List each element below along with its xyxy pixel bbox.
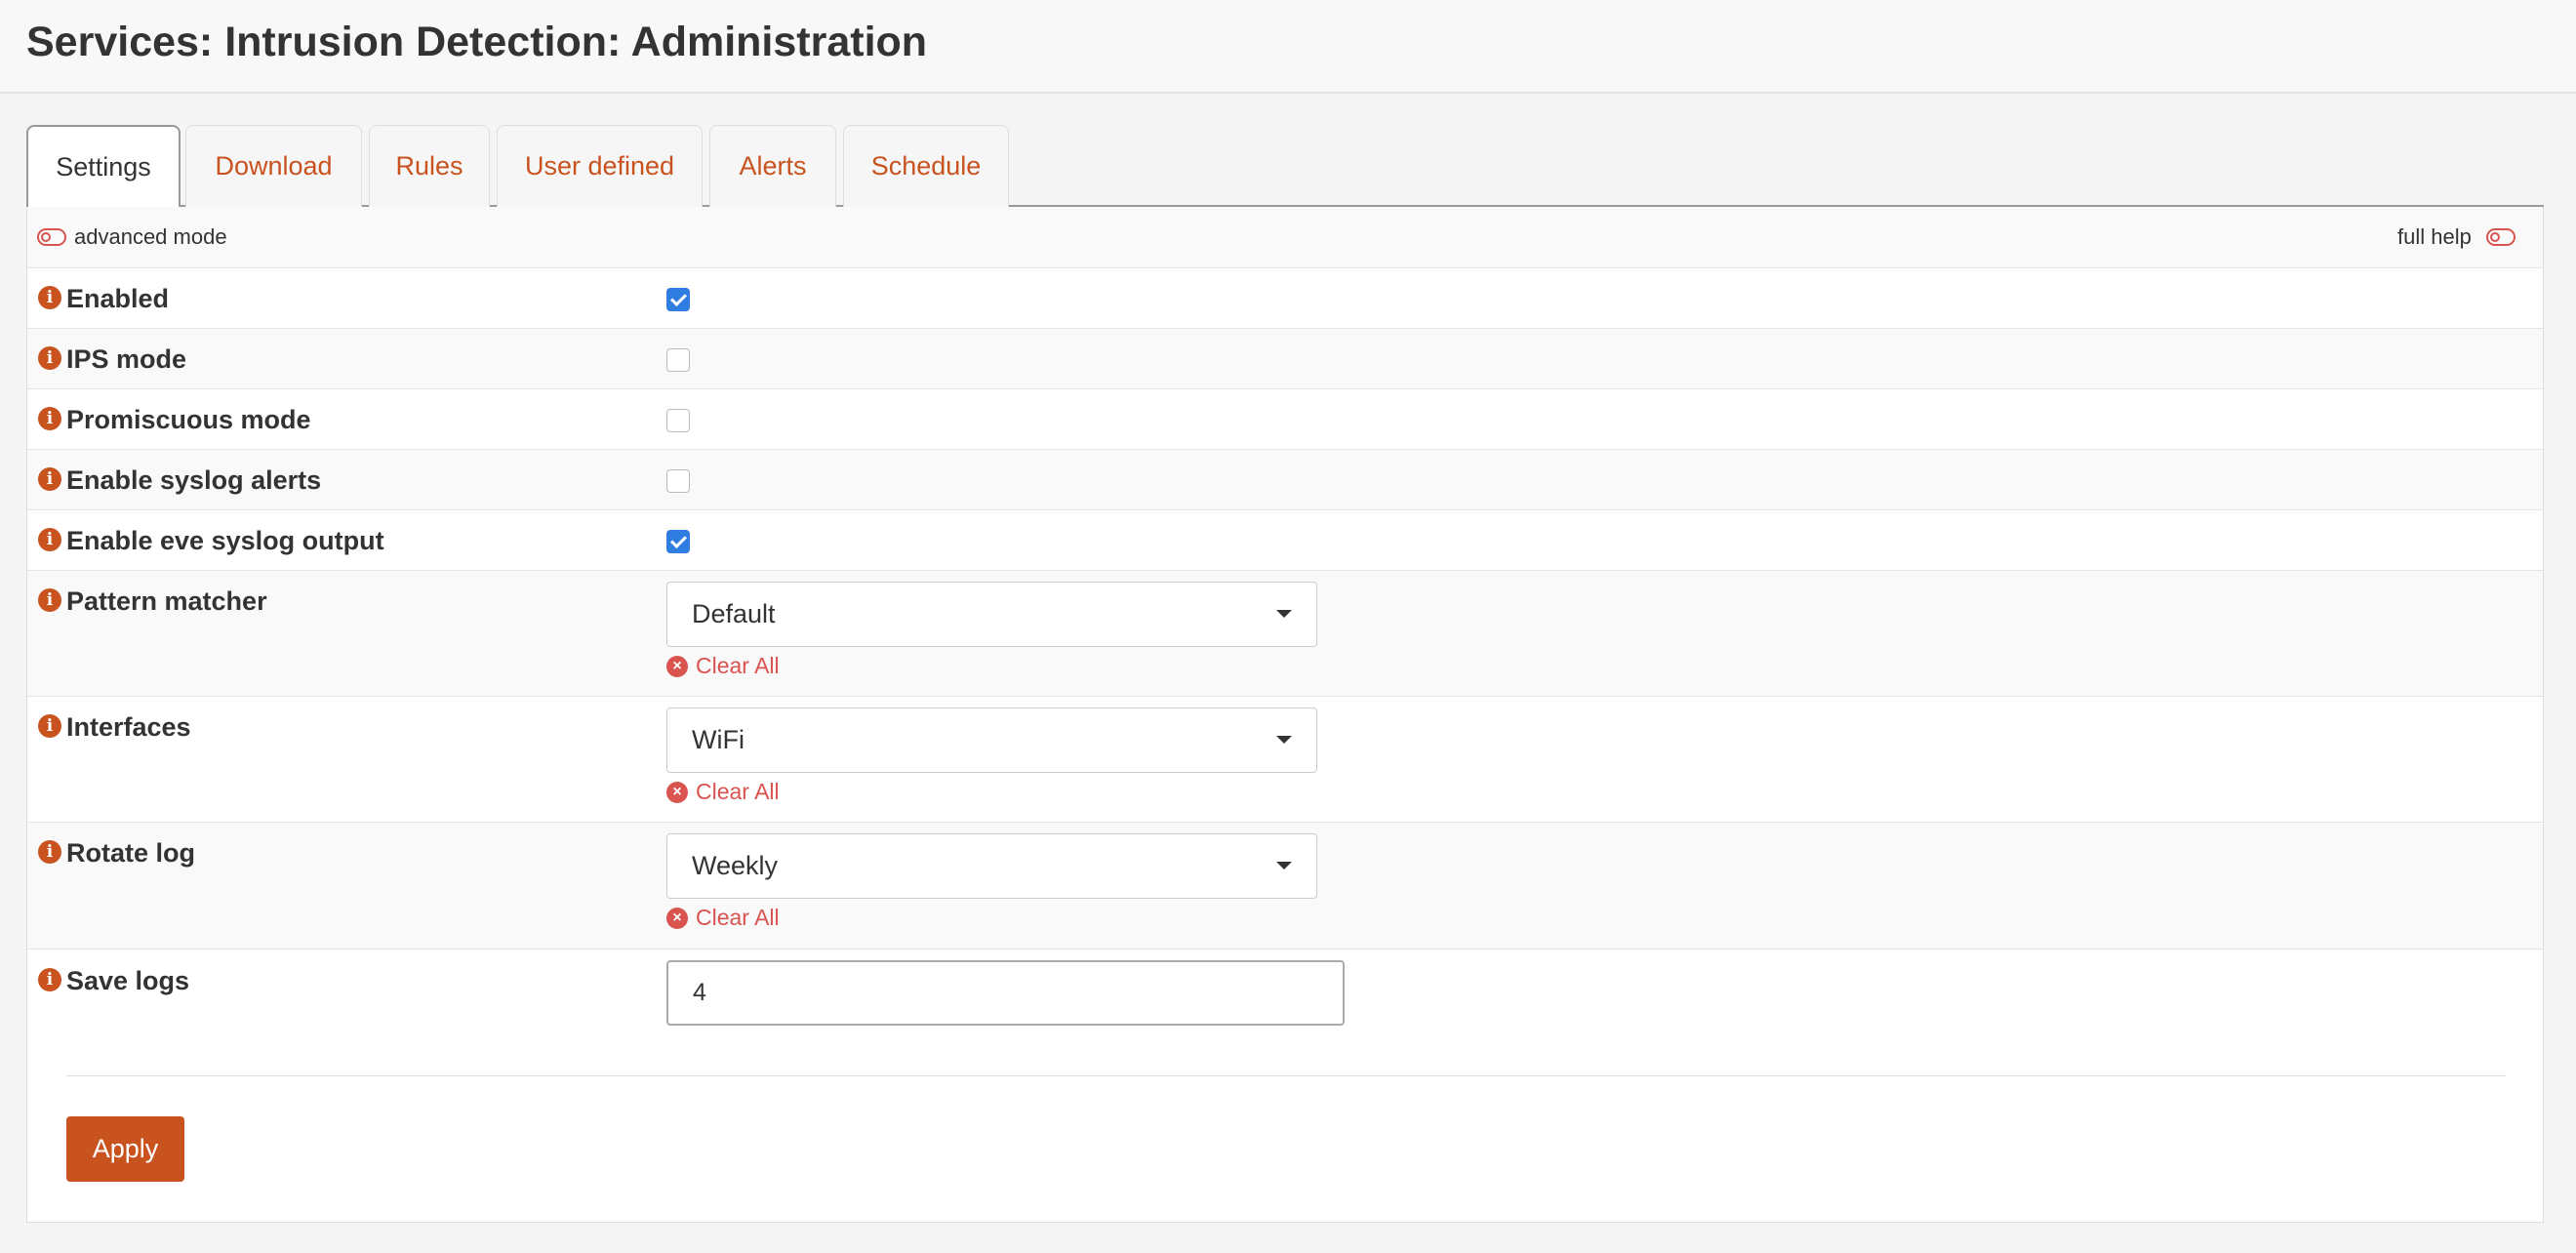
clear-icon: × [666,655,688,677]
ips-mode-label: IPS mode [66,344,187,374]
clear-all-label: Clear All [696,779,780,804]
pattern-matcher-clear-all[interactable]: × Clear All [666,653,780,679]
setting-row-enabled: i Enabled [27,268,2543,329]
tab-user-defined[interactable]: User defined [497,125,703,207]
full-help-toggle-icon[interactable] [2486,228,2516,246]
eve-syslog-label: Enable eve syslog output [66,526,384,555]
info-icon[interactable]: i [38,840,61,864]
eve-syslog-checkbox[interactable] [666,530,690,553]
setting-row-rotate-log: i Rotate log Weekly × Clear All [27,823,2543,950]
rotate-log-value: Weekly [692,851,779,880]
interfaces-select[interactable]: WiFi [666,707,1317,773]
divider [66,1075,2506,1076]
clear-all-label: Clear All [696,905,780,930]
pattern-matcher-label: Pattern matcher [66,586,267,616]
chevron-down-icon [1276,610,1292,618]
interfaces-clear-all[interactable]: × Clear All [666,779,780,805]
setting-row-pattern-matcher: i Pattern matcher Default × Clear All [27,571,2543,697]
pattern-matcher-value: Default [692,599,776,628]
tab-schedule[interactable]: Schedule [843,125,1009,207]
enabled-checkbox[interactable] [666,288,690,311]
chevron-down-icon [1276,736,1292,744]
interfaces-label: Interfaces [66,712,191,742]
clear-icon: × [666,781,688,803]
clear-all-label: Clear All [696,653,780,678]
clear-icon: × [666,907,688,929]
tab-settings[interactable]: Settings [26,125,181,209]
setting-row-ips-mode: i IPS mode [27,329,2543,389]
promiscuous-mode-label: Promiscuous mode [66,405,311,434]
setting-row-syslog-alerts: i Enable syslog alerts [27,450,2543,510]
advanced-mode-label: advanced mode [74,224,227,249]
advanced-mode-toggle-icon[interactable] [37,228,66,246]
interfaces-value: WiFi [692,725,745,754]
pattern-matcher-select[interactable]: Default [666,582,1317,647]
setting-row-eve-syslog: i Enable eve syslog output [27,510,2543,571]
page-title: Services: Intrusion Detection: Administr… [26,19,928,65]
save-logs-input[interactable] [666,960,1345,1026]
ips-mode-checkbox[interactable] [666,348,690,372]
enabled-label: Enabled [66,284,170,313]
rotate-log-label: Rotate log [66,838,195,868]
info-icon[interactable]: i [38,407,61,430]
tab-download[interactable]: Download [185,125,362,207]
syslog-alerts-checkbox[interactable] [666,469,690,493]
rotate-log-clear-all[interactable]: × Clear All [666,905,780,931]
promiscuous-mode-checkbox[interactable] [666,409,690,432]
tab-alerts[interactable]: Alerts [709,125,836,207]
info-icon[interactable]: i [38,467,61,491]
info-icon[interactable]: i [38,968,61,991]
info-icon[interactable]: i [38,588,61,612]
apply-button[interactable]: Apply [66,1116,184,1182]
setting-row-promiscuous-mode: i Promiscuous mode [27,389,2543,450]
mode-bar: advanced mode full help [27,207,2543,268]
settings-panel: advanced mode full help i Enabled i IPS … [26,207,2544,1223]
info-icon[interactable]: i [38,346,61,370]
chevron-down-icon [1276,862,1292,869]
page-header: Services: Intrusion Detection: Administr… [0,0,2576,94]
setting-row-save-logs: i Save logs [27,950,2543,1037]
setting-row-interfaces: i Interfaces WiFi × Clear All [27,697,2543,823]
info-icon[interactable]: i [38,528,61,551]
info-icon[interactable]: i [38,714,61,738]
info-icon[interactable]: i [38,286,61,309]
save-logs-label: Save logs [66,966,190,995]
syslog-alerts-label: Enable syslog alerts [66,465,322,495]
rotate-log-select[interactable]: Weekly [666,833,1317,899]
full-help-label: full help [2397,224,2472,249]
tab-bar: Settings Download Rules User defined Ale… [26,125,2544,209]
tab-rules[interactable]: Rules [369,125,490,207]
